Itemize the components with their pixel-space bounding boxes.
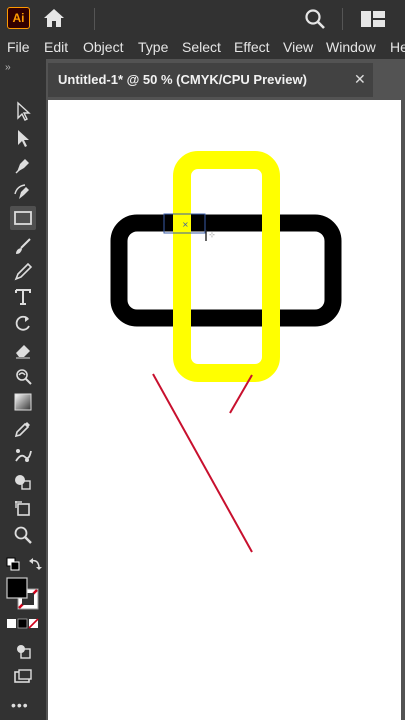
default-fill-stroke-icon[interactable] — [6, 557, 20, 571]
draw-mode-icon — [17, 645, 31, 659]
illustrator-logo: Ai — [7, 7, 30, 29]
draw-mode-button[interactable] — [10, 639, 36, 663]
document-tab-bar: Untitled-1* @ 50 % (CMYK/CPU Preview) ✕ — [46, 59, 405, 97]
eraser-icon — [16, 345, 30, 359]
selection-tool[interactable] — [10, 99, 36, 123]
home-icon[interactable] — [42, 7, 66, 29]
swap-fill-stroke-icon[interactable] — [28, 557, 42, 571]
topbar-divider — [94, 8, 95, 30]
rotate-icon — [15, 315, 30, 331]
edit-toolbar-button[interactable]: ••• — [11, 697, 29, 713]
screen-mode-button[interactable] — [10, 665, 36, 689]
curvature-tool[interactable] — [10, 180, 36, 204]
warp-tool[interactable] — [10, 364, 36, 388]
menu-effect[interactable]: Effect — [234, 39, 270, 55]
fill-stroke-swatches[interactable] — [6, 577, 40, 611]
puppet-warp-tool[interactable] — [10, 443, 36, 467]
artboard-icon — [15, 501, 30, 516]
gradient-tool[interactable] — [10, 390, 36, 414]
color-mode-buttons[interactable] — [6, 617, 40, 629]
search-icon[interactable] — [304, 8, 326, 30]
app-bar: Ai — [0, 0, 405, 37]
warp-icon — [16, 369, 32, 385]
curvature-pen-icon — [14, 184, 29, 199]
collapse-panel-button[interactable]: ›› — [5, 62, 11, 73]
pencil-tool[interactable] — [10, 260, 36, 284]
paintbrush-icon — [16, 238, 31, 254]
menu-file[interactable]: File — [7, 39, 30, 55]
paintbrush-tool[interactable] — [10, 234, 36, 258]
pen-tool[interactable] — [10, 153, 36, 177]
tools-panel: ›› ••• — [0, 59, 46, 720]
screen-mode-icon — [14, 669, 32, 683]
pen-icon — [15, 159, 29, 174]
menu-help[interactable]: He — [390, 39, 405, 55]
artboard[interactable] — [48, 100, 401, 720]
selection-arrow-icon — [17, 101, 31, 121]
close-icon[interactable]: ✕ — [354, 71, 366, 88]
artboard-tool[interactable] — [10, 497, 36, 521]
menu-edit[interactable]: Edit — [44, 39, 68, 55]
document-tab-title: Untitled-1* @ 50 % (CMYK/CPU Preview) — [58, 72, 307, 87]
rectangle-icon — [14, 211, 32, 225]
shape-builder-icon — [15, 475, 31, 490]
pencil-icon — [14, 262, 33, 281]
eyedropper-tool[interactable] — [10, 417, 36, 441]
eyedropper-icon — [14, 422, 30, 438]
menu-type[interactable]: Type — [138, 39, 168, 55]
topbar-divider — [342, 8, 343, 30]
direct-selection-tool[interactable] — [10, 126, 36, 150]
document-tab[interactable]: Untitled-1* @ 50 % (CMYK/CPU Preview) ✕ — [48, 63, 373, 97]
zoom-tool[interactable] — [10, 523, 36, 547]
menu-object[interactable]: Object — [83, 39, 123, 55]
menu-select[interactable]: Select — [182, 39, 221, 55]
menu-view[interactable]: View — [283, 39, 313, 55]
type-tool[interactable] — [10, 285, 36, 309]
menu-window[interactable]: Window — [326, 39, 376, 55]
arrange-documents-icon[interactable] — [360, 10, 386, 28]
rotate-tool[interactable] — [10, 311, 36, 335]
direct-selection-arrow-icon — [18, 130, 29, 147]
rectangle-tool[interactable] — [10, 206, 36, 230]
gradient-icon — [14, 393, 32, 411]
type-t-icon — [15, 289, 31, 305]
menu-bar: File Edit Object Type Select Effect View… — [0, 37, 405, 59]
puppet-warp-icon — [15, 449, 32, 462]
zoom-magnifier-icon — [14, 526, 32, 544]
shape-builder-tool[interactable] — [10, 470, 36, 494]
eraser-tool[interactable] — [10, 338, 36, 362]
